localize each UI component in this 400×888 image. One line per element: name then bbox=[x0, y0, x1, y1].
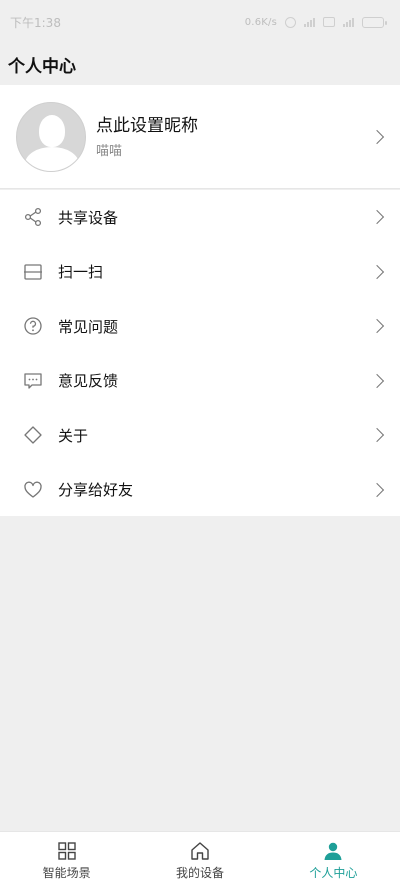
alarm-icon bbox=[285, 16, 296, 28]
nav-my-devices[interactable]: 我的设备 bbox=[133, 832, 266, 888]
chevron-right-icon bbox=[369, 319, 385, 334]
menu-item-label: 关于 bbox=[58, 426, 89, 445]
feedback-icon bbox=[22, 370, 44, 392]
nav-personal-center[interactable]: 个人中心 bbox=[267, 832, 400, 888]
menu-item-faq[interactable]: 常见问题 bbox=[0, 299, 400, 354]
hd-icon bbox=[323, 17, 335, 27]
chevron-right-icon bbox=[369, 482, 385, 497]
diamond-icon bbox=[22, 424, 44, 446]
help-icon bbox=[22, 315, 44, 337]
menu-item-feedback[interactable]: 意见反馈 bbox=[0, 354, 400, 409]
profile-card[interactable]: 点此设置昵称 喵喵 bbox=[0, 85, 400, 189]
nav-label: 智能场景 bbox=[42, 865, 91, 880]
menu-item-share-friends[interactable]: 分享给好友 bbox=[0, 463, 400, 518]
avatar-silhouette-body bbox=[25, 146, 79, 171]
page-title: 个人中心 bbox=[8, 56, 76, 77]
menu-item-label: 共享设备 bbox=[58, 208, 119, 227]
battery-icon bbox=[362, 16, 387, 28]
home-icon bbox=[189, 840, 211, 862]
heart-icon bbox=[22, 479, 44, 501]
menu-item-about[interactable]: 关于 bbox=[0, 408, 400, 463]
status-bar: 下午1:38 0.6K/s bbox=[0, 0, 400, 44]
nav-label: 个人中心 bbox=[309, 865, 358, 880]
status-right: 0.6K/s bbox=[244, 16, 390, 28]
chevron-right-icon bbox=[369, 210, 385, 225]
nav-smart-scenes[interactable]: 智能场景 bbox=[0, 832, 133, 888]
menu-item-share-device[interactable]: 共享设备 bbox=[0, 190, 400, 245]
person-icon bbox=[322, 840, 344, 862]
chevron-right-icon bbox=[369, 428, 385, 443]
grid-icon bbox=[56, 840, 78, 862]
menu-item-label: 扫一扫 bbox=[58, 263, 104, 282]
chevron-right-icon bbox=[369, 129, 385, 144]
menu-list: 共享设备 扫一扫 常见问题 意见反馈 关于 分享给好友 bbox=[0, 190, 400, 516]
status-time: 下午1:38 bbox=[10, 15, 61, 30]
profile-nickname[interactable]: 点此设置昵称 bbox=[96, 111, 372, 136]
share-icon bbox=[22, 206, 44, 228]
bottom-nav: 智能场景 我的设备 个人中心 bbox=[0, 831, 400, 888]
profile-subtitle: 喵喵 bbox=[96, 143, 123, 159]
wifi-signal-icon bbox=[343, 17, 354, 27]
chevron-right-icon bbox=[369, 264, 385, 279]
menu-item-scan[interactable]: 扫一扫 bbox=[0, 245, 400, 300]
profile-text: 点此设置昵称 喵喵 bbox=[96, 115, 372, 159]
menu-item-label: 常见问题 bbox=[58, 317, 119, 336]
signal-icon bbox=[304, 17, 315, 27]
menu-item-label: 分享给好友 bbox=[58, 481, 134, 500]
scan-icon bbox=[22, 261, 44, 283]
avatar-silhouette-head bbox=[39, 114, 65, 147]
nav-label: 我的设备 bbox=[175, 865, 224, 880]
menu-item-label: 意见反馈 bbox=[58, 372, 119, 391]
chevron-right-icon bbox=[369, 373, 385, 388]
network-speed: 0.6K/s bbox=[244, 16, 277, 28]
avatar[interactable] bbox=[16, 101, 86, 172]
